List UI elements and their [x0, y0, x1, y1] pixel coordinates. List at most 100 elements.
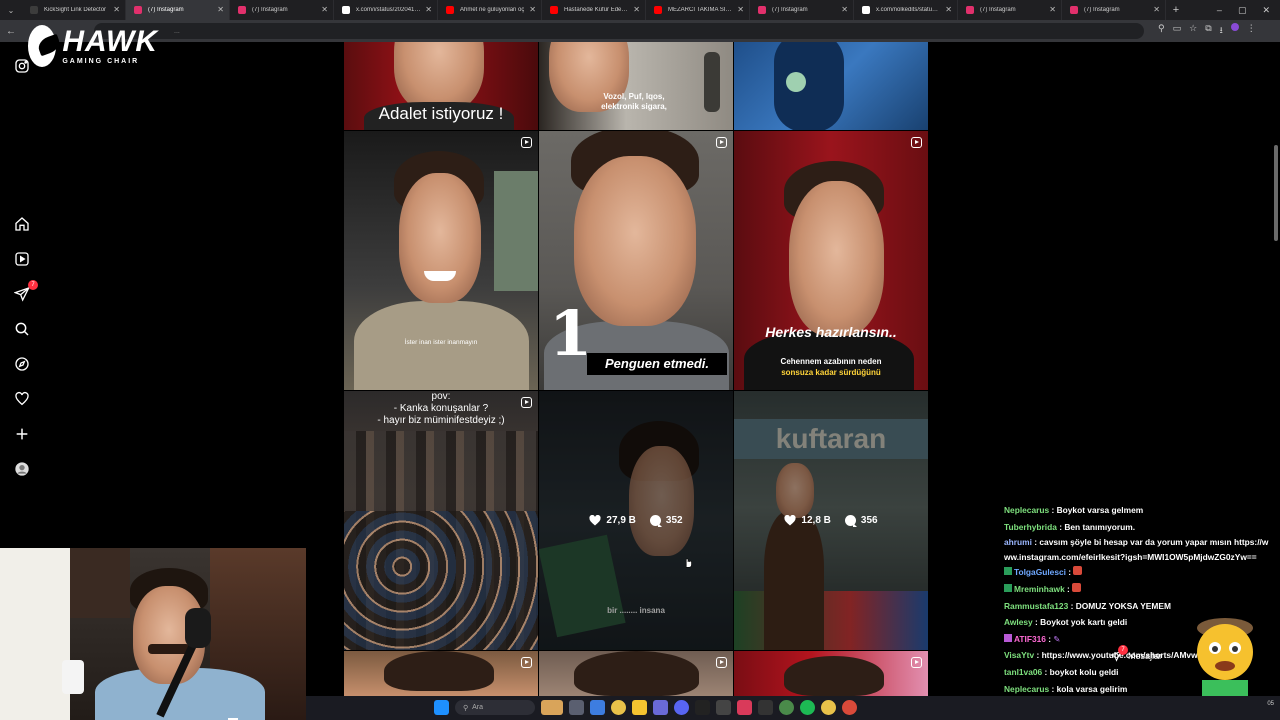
home-icon[interactable] — [14, 216, 30, 232]
chat-text: : boykot kolu geldi — [1042, 666, 1119, 677]
chat-username: ahrumi — [1004, 537, 1032, 548]
chat-text: : Boykot varsa gelmem — [1049, 505, 1144, 515]
post-tile[interactable]: kuftaran 12,8 B 356 — [734, 391, 928, 650]
post-tile[interactable]: Herkes hazırlansın.. Cehennem azabının n… — [734, 131, 928, 390]
tab-close-icon[interactable]: ✕ — [217, 5, 224, 14]
reel-icon — [521, 137, 532, 148]
post-tile[interactable]: Vozol, Puf, Iqos, elektronik sigara, — [539, 42, 733, 130]
chat-username: tanl1va06 — [1004, 666, 1043, 677]
taskbar-widget-icon[interactable] — [541, 700, 563, 715]
tab-close-icon[interactable]: ✕ — [841, 5, 848, 14]
likes-stat: 12,8 B — [784, 515, 831, 526]
profile-avatar-icon[interactable] — [1230, 23, 1239, 31]
downloads-icon[interactable]: ⭳ — [1220, 23, 1223, 39]
edge-browser-icon[interactable] — [590, 700, 605, 715]
emote-icon — [1072, 582, 1082, 592]
post-tile[interactable] — [734, 651, 928, 696]
tab-close-icon[interactable]: ✕ — [1049, 5, 1056, 14]
browser-tab[interactable]: Ahmet ne gülüyonlan oç ✕ — [438, 0, 542, 20]
app-icon[interactable] — [779, 700, 794, 715]
post-tile[interactable] — [344, 651, 538, 696]
tab-favicon-icon — [342, 6, 350, 14]
reel-icon — [521, 657, 532, 668]
likes-count: 27,9 B — [606, 515, 636, 526]
taskbar-search-box[interactable]: ⚲ Ara — [455, 700, 535, 715]
taskbar-clock: 05 — [1267, 701, 1274, 707]
cast-icon[interactable]: ▭ — [1173, 23, 1182, 39]
browser-tab[interactable]: x.com/i/status/20204146... ✕ — [334, 0, 438, 20]
tab-close-icon[interactable]: ✕ — [321, 5, 328, 14]
likes-count: 12,8 B — [801, 515, 831, 526]
app-icon[interactable] — [653, 700, 668, 715]
tab-close-icon[interactable]: ✕ — [425, 5, 432, 14]
browser-tab[interactable]: (7) Instagram ✕ — [230, 0, 334, 20]
streamer-webcam — [0, 548, 306, 720]
browser-tab[interactable]: (7) Instagram ✕ — [126, 0, 230, 20]
page-scrollbar[interactable] — [1274, 145, 1278, 241]
tab-close-icon[interactable]: ✕ — [945, 5, 952, 14]
app-icon[interactable] — [716, 700, 731, 715]
post-tile[interactable]: pov: - Kanka konuşanlar ? - hayır biz mü… — [344, 391, 538, 650]
post-caption-line2: - hayır biz müminifestdeyiz ;) — [377, 415, 505, 426]
search-icon[interactable] — [14, 321, 30, 337]
browser-tab[interactable]: (7) Instagram ✕ — [1062, 0, 1166, 20]
steam-icon[interactable] — [695, 700, 710, 715]
post-tile[interactable]: Adalet istiyoruz ! — [344, 42, 538, 130]
direct-messages-icon[interactable]: 7 — [14, 280, 38, 302]
browser-tab[interactable]: MEZARCI TAKIMA SİNİRL... ✕ — [646, 0, 750, 20]
extensions-icon[interactable]: ⧉ — [1205, 23, 1211, 39]
post-tile[interactable]: İster inan ister inanmayın — [344, 131, 538, 390]
app-icon[interactable] — [758, 700, 773, 715]
hawk-subtitle: GAMING CHAIR — [62, 58, 140, 65]
tab-close-icon[interactable]: ✕ — [633, 5, 640, 14]
comments-stat: 356 — [844, 515, 878, 527]
task-view-icon[interactable] — [569, 700, 584, 715]
instagram-messages-widget[interactable]: 7 Mesajlar — [1109, 645, 1162, 662]
create-plus-icon[interactable] — [14, 426, 30, 442]
spotify-icon[interactable] — [800, 700, 815, 715]
file-explorer-icon[interactable] — [632, 700, 647, 715]
bookmark-star-icon[interactable]: ☆ — [1189, 23, 1197, 39]
tab-favicon-icon — [550, 6, 558, 14]
chat-text: : DOMUZ YOKSA YEMEM — [1068, 600, 1171, 611]
new-tab-button[interactable]: + — [1166, 4, 1186, 16]
url-text: ... — [174, 27, 180, 35]
browser-menu-icon[interactable]: ⋮ — [1247, 23, 1256, 39]
tab-close-icon[interactable]: ✕ — [1153, 5, 1160, 14]
windows-start-icon[interactable] — [434, 700, 449, 715]
chat-message: Mreminhawk : — [1004, 581, 1274, 598]
post-tile[interactable] — [734, 42, 928, 130]
profile-avatar-icon[interactable] — [14, 461, 30, 477]
browser-tab[interactable]: Hastanede Küfür Eden Ç... ✕ — [542, 0, 646, 20]
browser-tab[interactable]: KickSight Link Detector ✕ — [22, 0, 126, 20]
discord-icon[interactable] — [674, 700, 689, 715]
browser-tab[interactable]: (7) Instagram ✕ — [750, 0, 854, 20]
reels-icon[interactable] — [14, 251, 30, 267]
browser-tab[interactable]: (7) Instagram ✕ — [958, 0, 1062, 20]
chat-text: : cavsım şöyle bi hesap var da yorum yap… — [1004, 537, 1269, 562]
chrome-icon[interactable] — [611, 700, 626, 715]
app-icon[interactable] — [842, 700, 857, 715]
maximize-icon[interactable]: ▢ — [1238, 5, 1247, 16]
chat-username: Awlesy — [1004, 617, 1033, 628]
explore-icon[interactable] — [14, 356, 30, 372]
tab-close-icon[interactable]: ✕ — [737, 5, 744, 14]
back-icon[interactable]: ← — [6, 26, 16, 37]
notifications-heart-icon[interactable] — [14, 391, 30, 407]
tab-close-icon[interactable]: ✕ — [529, 5, 536, 14]
zoom-icon[interactable]: ⚲ — [1158, 23, 1165, 39]
browser-tab[interactable]: x.com/nolkedits/status/... ✕ — [854, 0, 958, 20]
tab-search-icon[interactable]: ⌄ — [0, 0, 22, 20]
close-window-icon[interactable]: ✕ — [1262, 5, 1270, 16]
chrome-icon[interactable] — [821, 700, 836, 715]
url-input[interactable]: ... — [94, 23, 1144, 39]
tab-close-icon[interactable]: ✕ — [113, 5, 120, 14]
chat-text: : Ben tanımıyorum. — [1056, 521, 1136, 532]
chat-text: : — [1064, 583, 1073, 594]
post-tile[interactable]: 1 Penguen etmedi. — [539, 131, 733, 390]
minimize-icon[interactable]: – — [1217, 5, 1222, 16]
emote-icon: ✎ — [1053, 633, 1061, 644]
post-tile-hovered[interactable]: bir ........ insana 27,9 B 352 — [539, 391, 733, 650]
app-icon[interactable] — [737, 700, 752, 715]
post-tile[interactable] — [539, 651, 733, 696]
